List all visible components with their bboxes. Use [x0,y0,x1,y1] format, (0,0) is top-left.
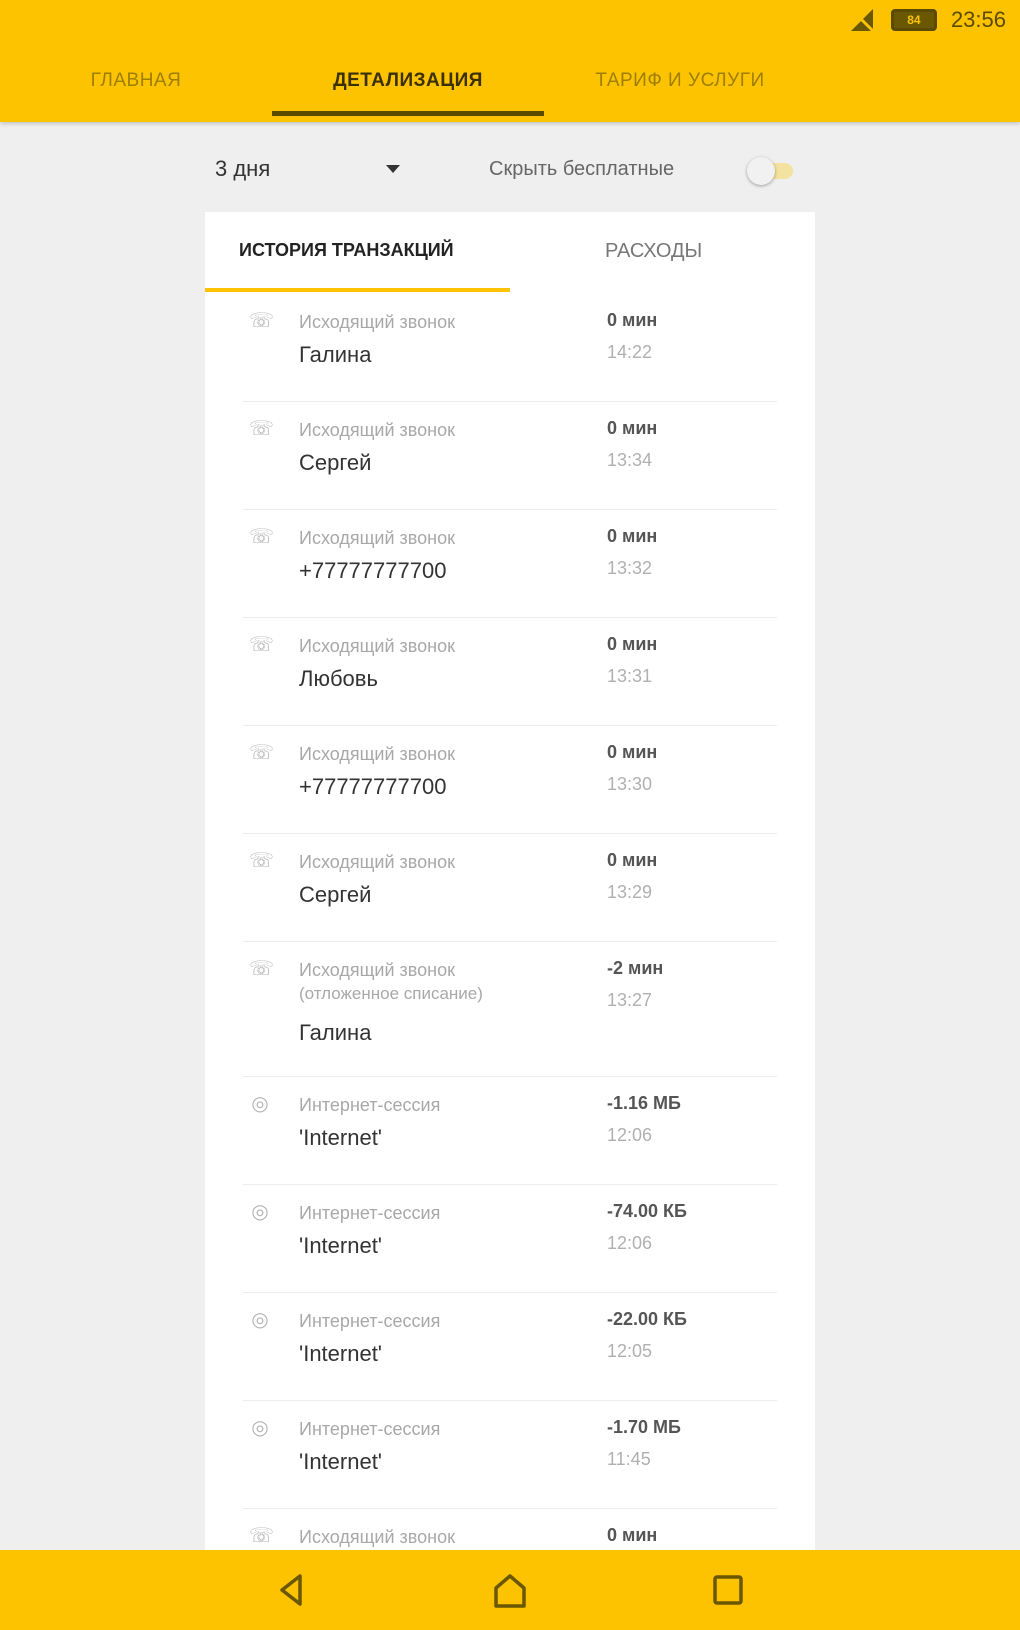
transaction-type: Исходящий звонок [299,312,455,332]
subtab-expenses[interactable]: Расходы [605,240,702,263]
transaction-row[interactable]: ☏ Исходящий звонок Галина 0 мин 14:22 [243,294,777,402]
transaction-contact: 'Internet' [299,1233,383,1258]
transaction-amount: -1.70 МБ [607,1417,681,1437]
transaction-amount: -22.00 КБ [607,1309,687,1329]
toggle-knob [747,157,775,185]
hide-free-label: Скрыть бесплатные [489,158,675,180]
transaction-contact: Сергей [299,450,372,475]
transaction-time: 13:30 [607,774,653,794]
system-nav-bar [0,1550,1020,1630]
transaction-type: Исходящий звонок [299,420,455,440]
transaction-contact: +77777777700 [299,774,447,799]
transaction-amount: -74.00 КБ [607,1201,687,1221]
transaction-time: 12:05 [607,1341,653,1361]
transaction-contact: Сергей [299,882,372,907]
card-subtabs: История транзакций Расходы [205,212,815,294]
transaction-type: Исходящий звонок [299,852,455,872]
transaction-contact: Галина [299,342,372,367]
transaction-amount: -2 мин [607,958,664,978]
transaction-amount: 0 мин [607,310,658,330]
transaction-contact: 'Internet' [299,1125,383,1150]
period-dropdown[interactable]: 3 дня [215,150,400,188]
phone-icon: ☏ [249,310,275,332]
phone-icon: ☏ [249,742,275,764]
transaction-amount: 0 мин [607,526,658,546]
transaction-type: Исходящий звонок [299,636,455,656]
phone-icon: ☏ [249,958,275,980]
transaction-amount: 0 мин [607,418,658,438]
transaction-time: 12:06 [607,1233,653,1253]
tab-tariff-services[interactable]: Тариф и услуги [544,58,816,122]
filter-row: 3 дня Скрыть бесплатные [205,140,815,196]
transaction-type: Интернет-сессия [299,1203,441,1223]
hide-free-toggle[interactable] [745,156,797,185]
transaction-time: 13:29 [607,882,653,902]
transaction-row[interactable]: ☏ Исходящий звонок +77777777700 0 мин 13:32 [243,510,777,618]
transaction-amount: -1.16 МБ [607,1093,681,1113]
home-icon[interactable] [488,1568,532,1612]
transaction-row[interactable]: ☏ Исходящий звонок Любовь 0 мин 13:31 [243,618,777,726]
caret-down-icon [386,165,400,173]
transaction-row[interactable]: ☏ Исходящий звонок Сергей 0 мин 13:34 [243,402,777,510]
transaction-time: 13:27 [607,990,653,1010]
transaction-type: Интернет-сессия [299,1095,441,1115]
transaction-note: (отложенное списание) [299,984,483,1003]
subtab-indicator [205,288,510,292]
transaction-row[interactable]: ☏ Исходящий звонок 0 мин [243,1509,777,1552]
transaction-time: 13:34 [607,450,653,470]
transaction-contact: +77777777700 [299,558,447,583]
transaction-amount: 0 мин [607,634,658,654]
globe-icon: ◎ [251,1417,269,1439]
phone-icon: ☏ [249,1525,275,1547]
transaction-type: Интернет-сессия [299,1419,441,1439]
transaction-type: Исходящий звонок [299,528,455,548]
globe-icon: ◎ [251,1093,269,1115]
globe-icon: ◎ [251,1309,269,1331]
tab-indicator [272,111,544,116]
phone-icon: ☏ [249,418,275,440]
transaction-type: Исходящий звонок (отложенное списание) [299,958,483,1006]
period-value: 3 дня [215,156,271,181]
recents-icon[interactable] [706,1568,750,1612]
phone-icon: ☏ [249,850,275,872]
clock: 23:56 [950,7,1006,32]
back-icon[interactable] [270,1568,314,1612]
transaction-row[interactable]: ☏ Исходящий звонок (отложенное списание) Га… [243,942,777,1077]
transaction-time: 14:22 [607,342,653,362]
transaction-contact: 'Internet' [299,1449,383,1474]
transaction-row[interactable]: ☏ Исходящий звонок Сергей 0 мин 13:29 [243,834,777,942]
battery-icon: 84 [890,9,937,31]
transaction-amount: 0 мин [607,1525,658,1545]
transaction-amount: 0 мин [607,850,658,870]
status-bar: 84 23:56 [847,0,1020,40]
globe-icon: ◎ [251,1201,269,1223]
signal-icon [847,5,877,35]
subtab-transaction-history[interactable]: История транзакций [239,240,454,261]
phone-icon: ☏ [249,634,275,656]
transaction-row[interactable]: ◎ Интернет-сессия 'Internet' -74.00 КБ 12:06 [243,1185,777,1293]
transaction-row[interactable]: ◎ Интернет-сессия 'Internet' -22.00 КБ 12:05 [243,1293,777,1401]
transaction-time: 13:31 [607,666,653,686]
transaction-type: Интернет-сессия [299,1311,441,1331]
app-header: 84 23:56 Главная Детализация Тариф и усл… [0,0,1020,122]
transaction-row[interactable]: ☏ Исходящий звонок +77777777700 0 мин 13:30 [243,726,777,834]
transaction-type: Исходящий звонок [299,1527,455,1547]
tab-main[interactable]: Главная [0,58,272,122]
transaction-contact: 'Internet' [299,1341,383,1366]
transaction-time: 13:32 [607,558,653,578]
transaction-type: Исходящий звонок [299,744,455,764]
transaction-contact: Любовь [299,666,378,691]
transaction-row[interactable]: ◎ Интернет-сессия 'Internet' -1.70 МБ 11:45 [243,1401,777,1509]
transaction-time: 11:45 [607,1449,651,1469]
transaction-time: 12:06 [607,1125,653,1145]
transaction-list: ☏ Исходящий звонок Галина 0 мин 14:22 ☏ Исходя… [205,294,815,1552]
phone-icon: ☏ [249,526,275,548]
transaction-amount: 0 мин [607,742,658,762]
transactions-card: История транзакций Расходы ☏ Исходящий зв… [205,212,815,1552]
transaction-contact: Галина [299,1020,372,1045]
transaction-row[interactable]: ◎ Интернет-сессия 'Internet' -1.16 МБ 12:06 [243,1077,777,1185]
